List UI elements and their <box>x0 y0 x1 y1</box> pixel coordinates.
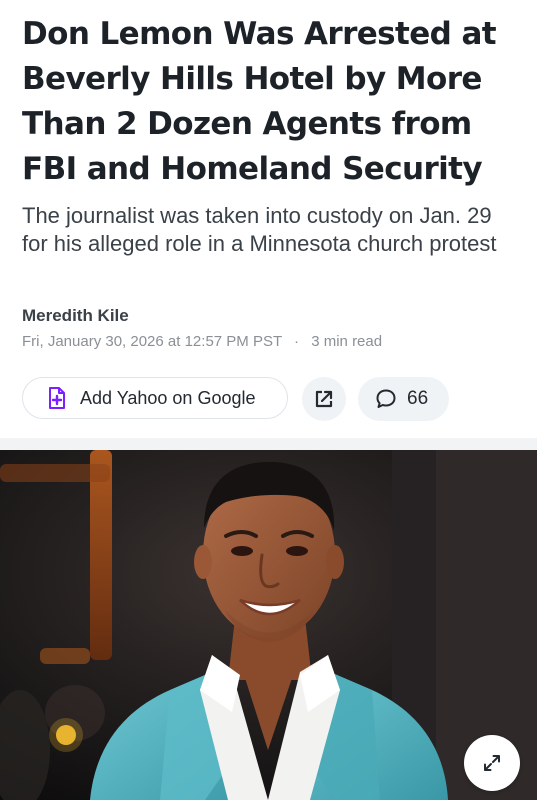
expand-image-button[interactable] <box>464 735 520 791</box>
publish-timestamp: Fri, January 30, 2026 at 12:57 PM PST <box>22 333 282 350</box>
comments-button[interactable]: 66 <box>358 377 449 421</box>
top-bar <box>0 0 537 6</box>
share-button[interactable] <box>302 377 346 421</box>
comment-count: 66 <box>407 388 429 409</box>
speech-bubble-icon <box>376 389 396 408</box>
article-photo[interactable] <box>0 450 537 800</box>
add-yahoo-on-google-button[interactable]: Add Yahoo on Google <box>22 377 288 419</box>
expand-arrows-icon <box>484 755 500 771</box>
article-meta: Fri, January 30, 2026 at 12:57 PM PST · … <box>22 333 382 350</box>
read-time: 3 min read <box>311 333 383 350</box>
external-link-icon <box>315 390 333 408</box>
meta-separator: · <box>294 333 300 350</box>
author-name[interactable]: Meredith Kile <box>22 306 129 326</box>
document-plus-icon <box>49 387 65 409</box>
article-subheadline: The journalist was taken into custody on… <box>22 203 497 256</box>
add-google-label: Add Yahoo on Google <box>80 387 256 408</box>
section-divider <box>0 438 537 450</box>
article-headline: Don Lemon Was Arrested at Beverly Hills … <box>22 16 497 187</box>
